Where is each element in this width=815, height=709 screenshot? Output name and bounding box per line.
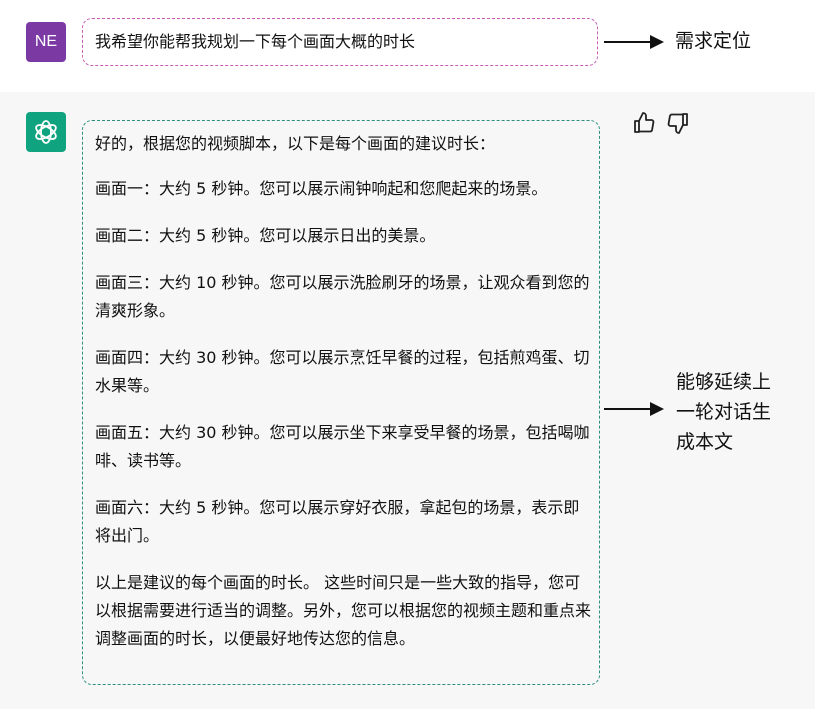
assistant-response-box: 好的，根据您的视频脚本，以下是每个画面的建议时长： 画面一：大约 5 秒钟。您可… <box>82 120 600 685</box>
response-paragraph: 画面一：大约 5 秒钟。您可以展示闹钟响起和您爬起来的场景。 <box>95 179 548 198</box>
user-avatar: NE <box>26 22 66 62</box>
response-paragraph: 以上是建议的每个画面的时长。 这些时间只是一些大致的指导，您可以根据需要进行适当… <box>95 573 592 648</box>
user-avatar-initials: NE <box>34 33 58 50</box>
user-message-text: 我希望你能帮我规划一下每个画面大概的时长 <box>95 32 416 51</box>
response-paragraph: 画面五：大约 30 秒钟。您可以展示坐下来享受早餐的场景，包括喝咖啡、读书等。 <box>95 423 590 470</box>
prompt-annotation-label: 需求定位 <box>675 30 752 52</box>
user-message-row: NE 我希望你能帮我规划一下每个画面大概的时长 需求定位 <box>0 0 815 92</box>
thumbs-up-icon <box>634 112 655 133</box>
assistant-message-row: 好的，根据您的视频脚本，以下是每个画面的建议时长： 画面一：大约 5 秒钟。您可… <box>0 92 815 709</box>
assistant-avatar <box>26 112 66 152</box>
response-annotation-label: 能够延续上 一轮对话生 成本文 <box>676 371 772 453</box>
thumbs-down-button[interactable] <box>666 111 690 135</box>
response-paragraph: 画面二：大约 5 秒钟。您可以展示日出的美景。 <box>95 226 436 245</box>
response-paragraph: 画面三：大约 10 秒钟。您可以展示洗脸刷牙的场景，让观众看到您的清爽形象。 <box>95 273 590 320</box>
response-annotation-arrow <box>604 402 664 416</box>
response-paragraph: 画面四：大约 30 秒钟。您可以展示烹饪早餐的过程，包括煎鸡蛋、切水果等。 <box>95 348 590 395</box>
thumbs-down-icon <box>667 113 688 134</box>
feedback-controls <box>632 111 690 135</box>
response-paragraph: 画面六：大约 5 秒钟。您可以展示穿好衣服，拿起包的场景，表示即将出门。 <box>95 498 580 545</box>
openai-logo-icon <box>35 120 57 144</box>
prompt-annotation-arrow <box>604 35 664 49</box>
user-prompt-box: 我希望你能帮我规划一下每个画面大概的时长 <box>82 18 598 66</box>
response-paragraph: 好的，根据您的视频脚本，以下是每个画面的建议时长： <box>95 134 496 153</box>
thumbs-up-button[interactable] <box>632 111 656 135</box>
